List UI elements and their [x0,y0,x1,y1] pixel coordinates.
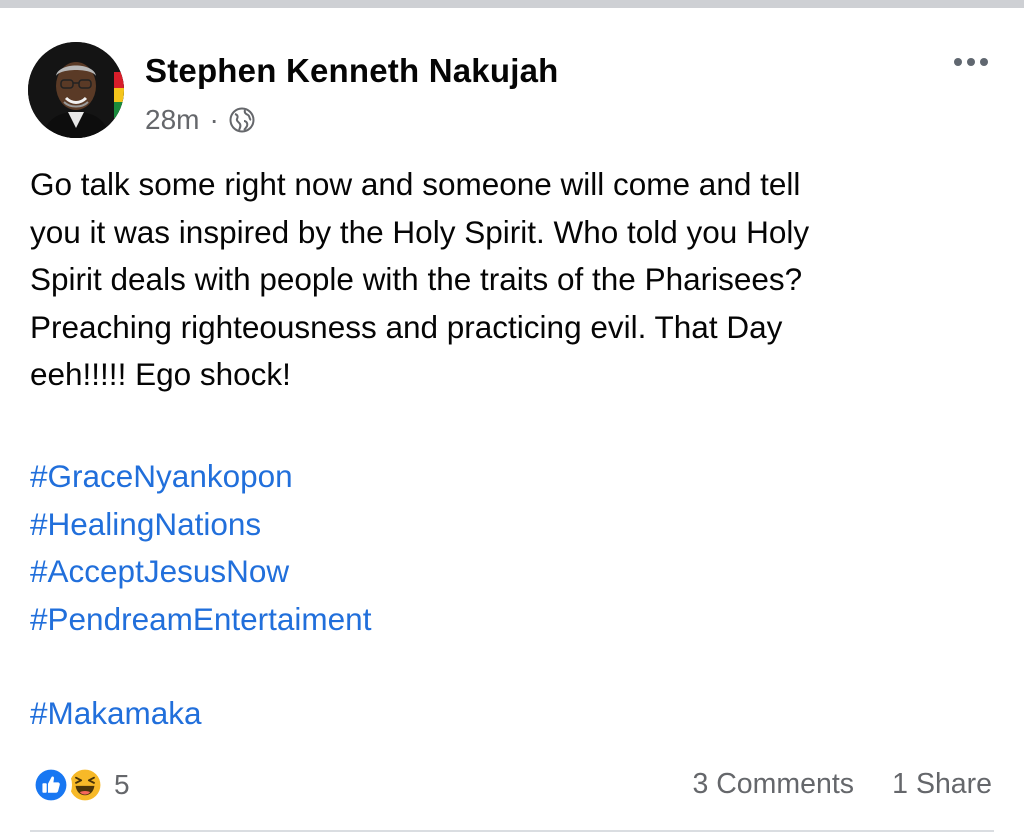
more-dot [980,58,988,66]
post-text-line: Preaching righteousness and practicing e… [30,308,783,345]
reactions-summary[interactable]: 5 [30,764,130,806]
globe-icon[interactable] [229,107,255,133]
hashtag-link[interactable]: #HealingNations [30,501,371,549]
hashtag-link[interactable]: #PendreamEntertaiment [30,596,371,644]
post-text-line: you it was inspired by the Holy Spirit. … [30,213,810,250]
post-body-text: Go talk some right now and someone will … [30,161,990,399]
hashtag-link[interactable]: #GraceNyankopon [30,453,371,501]
post-text-line: Spirit deals with people with the traits… [30,261,803,297]
author-avatar[interactable] [28,42,124,138]
post-text-line: Go talk some right now and someone will … [30,166,801,202]
comments-count-link[interactable]: 3 Comments [692,768,854,801]
reaction-count: 5 [114,769,130,800]
more-dot [967,58,975,66]
hashtag-list: #GraceNyankopon #HealingNations #AcceptJ… [30,453,371,643]
author-name[interactable]: Stephen Kenneth Nakujah [145,52,559,90]
hashtag-link[interactable]: #AcceptJesusNow [30,548,371,596]
post-timestamp[interactable]: 28m [145,104,199,136]
post-text-line: eeh!!!!! Ego shock! [30,356,291,392]
top-divider [0,0,1024,8]
more-options-icon[interactable] [946,52,996,72]
shares-count-link[interactable]: 1 Share [892,768,992,801]
hashtag-link-makamaka[interactable]: #Makamaka [30,690,202,738]
footer-divider [30,830,994,832]
post-card: Stephen Kenneth Nakujah 28m · Go talk so… [0,8,1024,834]
like-icon [30,764,72,806]
more-dot [954,58,962,66]
post-meta: 28m · [145,100,255,140]
post-footer: 5 3 Comments 1 Share [30,760,992,810]
meta-separator: · [209,104,219,135]
avatar-photo [28,42,124,138]
post-header: Stephen Kenneth Nakujah 28m · [28,38,996,138]
